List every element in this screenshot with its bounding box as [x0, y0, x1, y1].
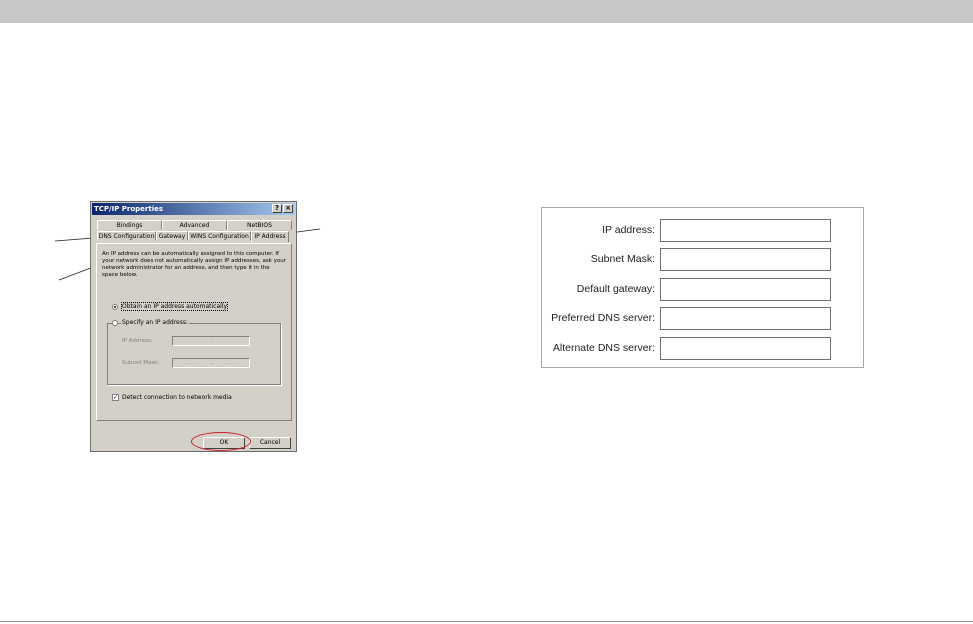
- detect-media-label[interactable]: Detect connection to network media: [122, 394, 232, 401]
- subnet-mask-label: Subnet Mask:: [122, 360, 160, 366]
- header-bar: [0, 0, 973, 23]
- ok-highlight-ring: [191, 432, 251, 451]
- tab-wins-configuration[interactable]: WINS Configuration: [188, 231, 251, 241]
- obtain-ip-label[interactable]: Obtain an IP address automatically: [120, 302, 229, 311]
- description-text: An IP address can be automatically assig…: [102, 251, 286, 278]
- preferred-dns-row: Preferred DNS server:: [542, 307, 863, 331]
- default-gateway-row: Default gateway:: [542, 278, 863, 302]
- tab-gateway[interactable]: Gateway: [156, 231, 188, 241]
- subnet-mask-field[interactable]: ...: [172, 358, 250, 368]
- help-button[interactable]: ?: [272, 204, 282, 213]
- preferred-dns-input[interactable]: [660, 307, 831, 330]
- alternate-dns-form-label: Alternate DNS server:: [552, 342, 655, 354]
- ip-address-input[interactable]: [660, 219, 831, 242]
- alternate-dns-row: Alternate DNS server:: [542, 337, 863, 361]
- cancel-button[interactable]: Cancel: [249, 437, 291, 449]
- dialog-title: TCP/IP Properties: [94, 205, 164, 213]
- ip-address-field[interactable]: ...: [172, 336, 250, 346]
- tcpip-properties-dialog: TCP/IP Properties ? × Bindings Advanced …: [90, 201, 297, 452]
- default-gateway-form-label: Default gateway:: [576, 283, 655, 295]
- ip-address-label: IP Address:: [122, 338, 153, 344]
- footer-rule: [0, 621, 973, 622]
- tab-ip-address[interactable]: IP Address: [251, 231, 289, 242]
- subnet-mask-input[interactable]: [660, 248, 831, 271]
- specify-ip-label[interactable]: Specify an IP address:: [121, 319, 190, 326]
- ip-settings-panel: IP address: Subnet Mask: Default gateway…: [541, 207, 864, 368]
- tab-dns-configuration[interactable]: DNS Configuration: [97, 231, 156, 241]
- alternate-dns-input[interactable]: [660, 337, 831, 360]
- default-gateway-input[interactable]: [660, 278, 831, 301]
- obtain-ip-radio[interactable]: [112, 304, 118, 310]
- detect-media-checkbox[interactable]: ✓: [112, 394, 119, 401]
- specify-ip-radio[interactable]: [112, 320, 118, 326]
- ip-address-row: IP address:: [542, 219, 863, 243]
- tab-bindings[interactable]: Bindings: [97, 220, 162, 230]
- preferred-dns-form-label: Preferred DNS server:: [551, 312, 655, 324]
- subnet-mask-row: Subnet Mask:: [542, 248, 863, 272]
- tab-advanced[interactable]: Advanced: [162, 220, 227, 230]
- ip-address-form-label: IP address:: [602, 224, 655, 236]
- tab-netbios[interactable]: NetBIOS: [227, 220, 292, 230]
- dialog-titlebar: TCP/IP Properties ? ×: [92, 203, 295, 215]
- close-button[interactable]: ×: [283, 204, 293, 213]
- specify-ip-group: [107, 323, 281, 385]
- subnet-mask-form-label: Subnet Mask:: [590, 253, 655, 265]
